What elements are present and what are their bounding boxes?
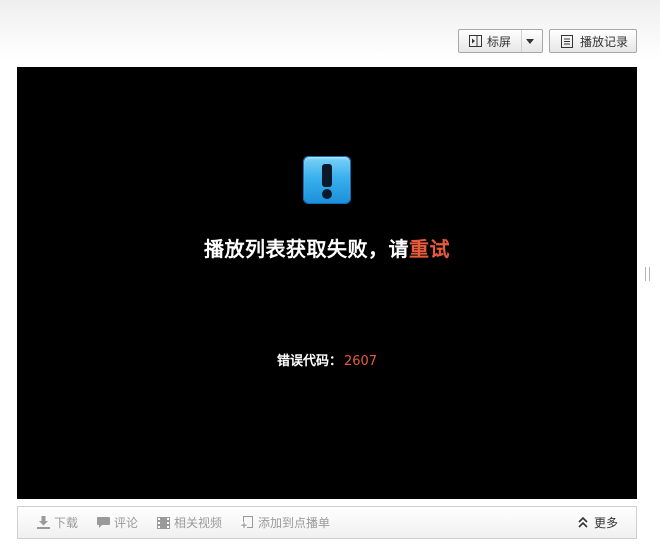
play-history-button[interactable]: 播放记录 xyxy=(549,29,637,53)
video-player[interactable]: 播放列表获取失败，请重试 错误代码： 2607 xyxy=(17,67,637,499)
download-label: 下载 xyxy=(54,516,79,530)
related-videos-button[interactable]: 相关视频 xyxy=(156,514,222,531)
screen-mode-label: 标屏 xyxy=(487,34,512,49)
more-label: 更多 xyxy=(593,516,618,530)
retry-link[interactable]: 重试 xyxy=(409,237,450,261)
film-icon xyxy=(156,516,170,530)
error-code-value: 2607 xyxy=(343,354,378,369)
comment-button[interactable]: 评论 xyxy=(96,514,138,531)
download-icon xyxy=(36,516,50,530)
error-message-text: 播放列表获取失败，请 xyxy=(204,237,409,261)
related-videos-label: 相关视频 xyxy=(174,516,223,530)
comment-icon xyxy=(96,516,110,530)
error-code-label: 错误代码： xyxy=(276,354,342,369)
comment-label: 评论 xyxy=(114,516,139,530)
screen-mode-icon xyxy=(468,34,482,48)
double-chevron-up-icon xyxy=(576,516,590,530)
add-playlist-icon xyxy=(240,516,254,530)
error-message: 播放列表获取失败，请重试 xyxy=(17,233,637,262)
download-button[interactable]: 下载 xyxy=(36,514,78,531)
add-to-playlist-label: 添加到点播单 xyxy=(258,516,331,530)
play-history-label: 播放记录 xyxy=(580,34,629,49)
player-top-controls: 标屏 播放记录 xyxy=(458,29,637,53)
history-list-icon xyxy=(560,34,574,48)
more-button[interactable]: 更多 xyxy=(576,514,618,531)
player-bottom-toolbar: 下载 评论 相关视频 添加到点播单 更多 xyxy=(17,506,637,539)
error-code: 错误代码： 2607 xyxy=(17,350,637,369)
exclamation-icon xyxy=(303,156,351,204)
screen-mode-dropdown[interactable]: 标屏 xyxy=(458,29,543,53)
chevron-down-icon xyxy=(521,30,538,52)
add-to-playlist-button[interactable]: 添加到点播单 xyxy=(240,514,330,531)
resize-handle[interactable] xyxy=(645,267,650,281)
